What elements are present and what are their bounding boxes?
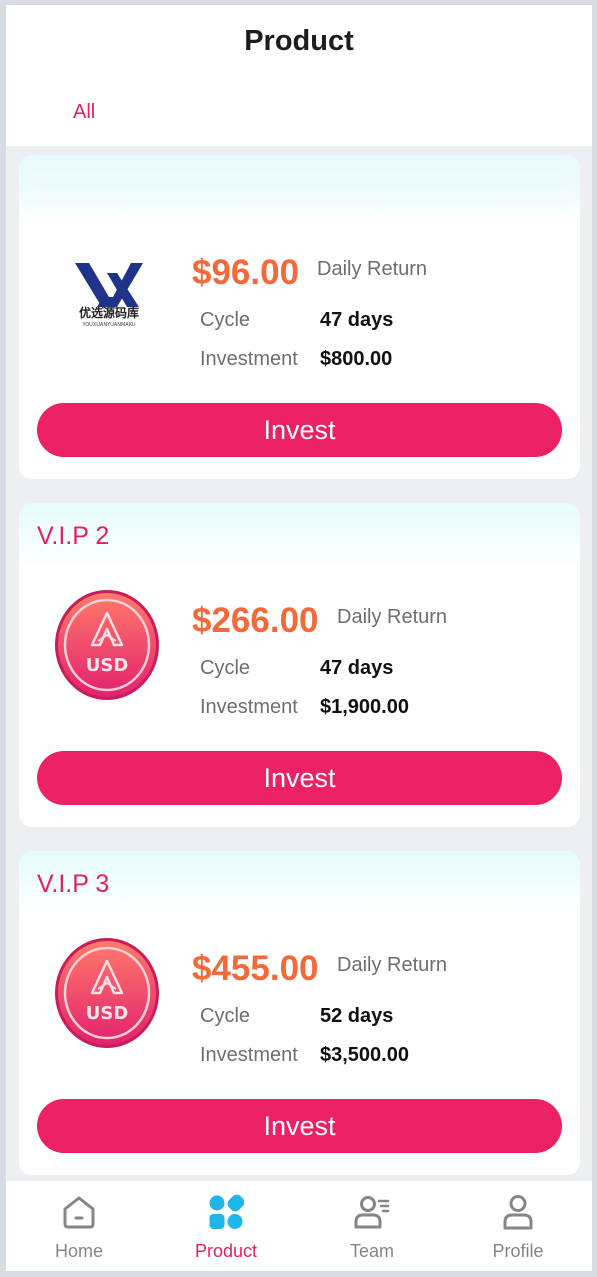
nav-item-home[interactable]: Home [6,1181,152,1271]
bottom-nav: Home Product Team Profile [6,1181,592,1271]
daily-return-value: $96.00 [192,253,300,292]
usd-coin-icon: USD [55,590,159,700]
nav-label-product: Product [194,1241,258,1261]
header: Product All [6,5,592,146]
product-card: 优选源码库 YOUXUANYUANMAKU $96.00 Daily Retur… [19,155,580,479]
investment-label: Investment [200,348,298,370]
nav-label-profile: Profile [492,1241,544,1261]
svg-text:USD: USD [86,1003,129,1024]
brand-text: 优选源码库 [79,305,139,320]
tab-all[interactable]: All [73,101,95,124]
brand-subtext: YOUXUANYUANMAKU [81,322,135,328]
cycle-label: Cycle [200,657,251,679]
yx-logo: 优选源码库 YOUXUANYUANMAKU [75,263,143,328]
daily-return-label: Daily Return [337,606,448,628]
daily-return-label: Daily Return [337,954,448,976]
team-icon [354,1196,390,1229]
cycle-label: Cycle [200,309,251,331]
investment-value: $1,900.00 [320,696,409,718]
investment-value: $800.00 [320,348,393,370]
investment-label: Investment [200,1044,298,1066]
cycle-label: Cycle [200,1005,251,1027]
product-grid-icon [209,1194,244,1229]
product-name: V.I.P 3 [37,870,110,898]
svg-text:USD: USD [86,655,129,676]
nav-label-home: Home [54,1241,103,1261]
product-card: V.I.P 3 USD $455.00 Daily Return Cycle 5… [19,851,580,1175]
investment-label: Investment [200,696,298,718]
product-name: V.I.P 2 [37,522,110,550]
nav-label-team: Team [349,1241,394,1261]
app-screen: Product All 优选源码库 YOUXUANYUANMAKU $96.00… [6,5,592,1271]
nav-item-team[interactable]: Team [299,1181,445,1271]
daily-return-value: $455.00 [192,949,319,988]
profile-icon [503,1195,533,1230]
card-header-decoration [19,155,580,215]
home-icon [63,1196,95,1229]
page-title: Product [244,25,354,57]
investment-value: $3,500.00 [320,1044,409,1066]
cycle-value: 47 days [320,309,394,331]
cycle-value: 47 days [320,657,394,679]
cycle-value: 52 days [320,1005,394,1027]
daily-return-value: $266.00 [192,601,319,640]
daily-return-label: Daily Return [317,258,428,280]
nav-item-product[interactable]: Product [153,1181,299,1271]
nav-item-profile[interactable]: Profile [445,1181,591,1271]
invest-button[interactable]: Invest [37,751,562,805]
invest-button[interactable]: Invest [37,403,562,457]
usd-coin-icon: USD [55,938,159,1048]
invest-button[interactable]: Invest [37,1099,562,1153]
product-card: V.I.P 2 USD $266.00 Daily Return Cycle 4… [19,503,580,827]
